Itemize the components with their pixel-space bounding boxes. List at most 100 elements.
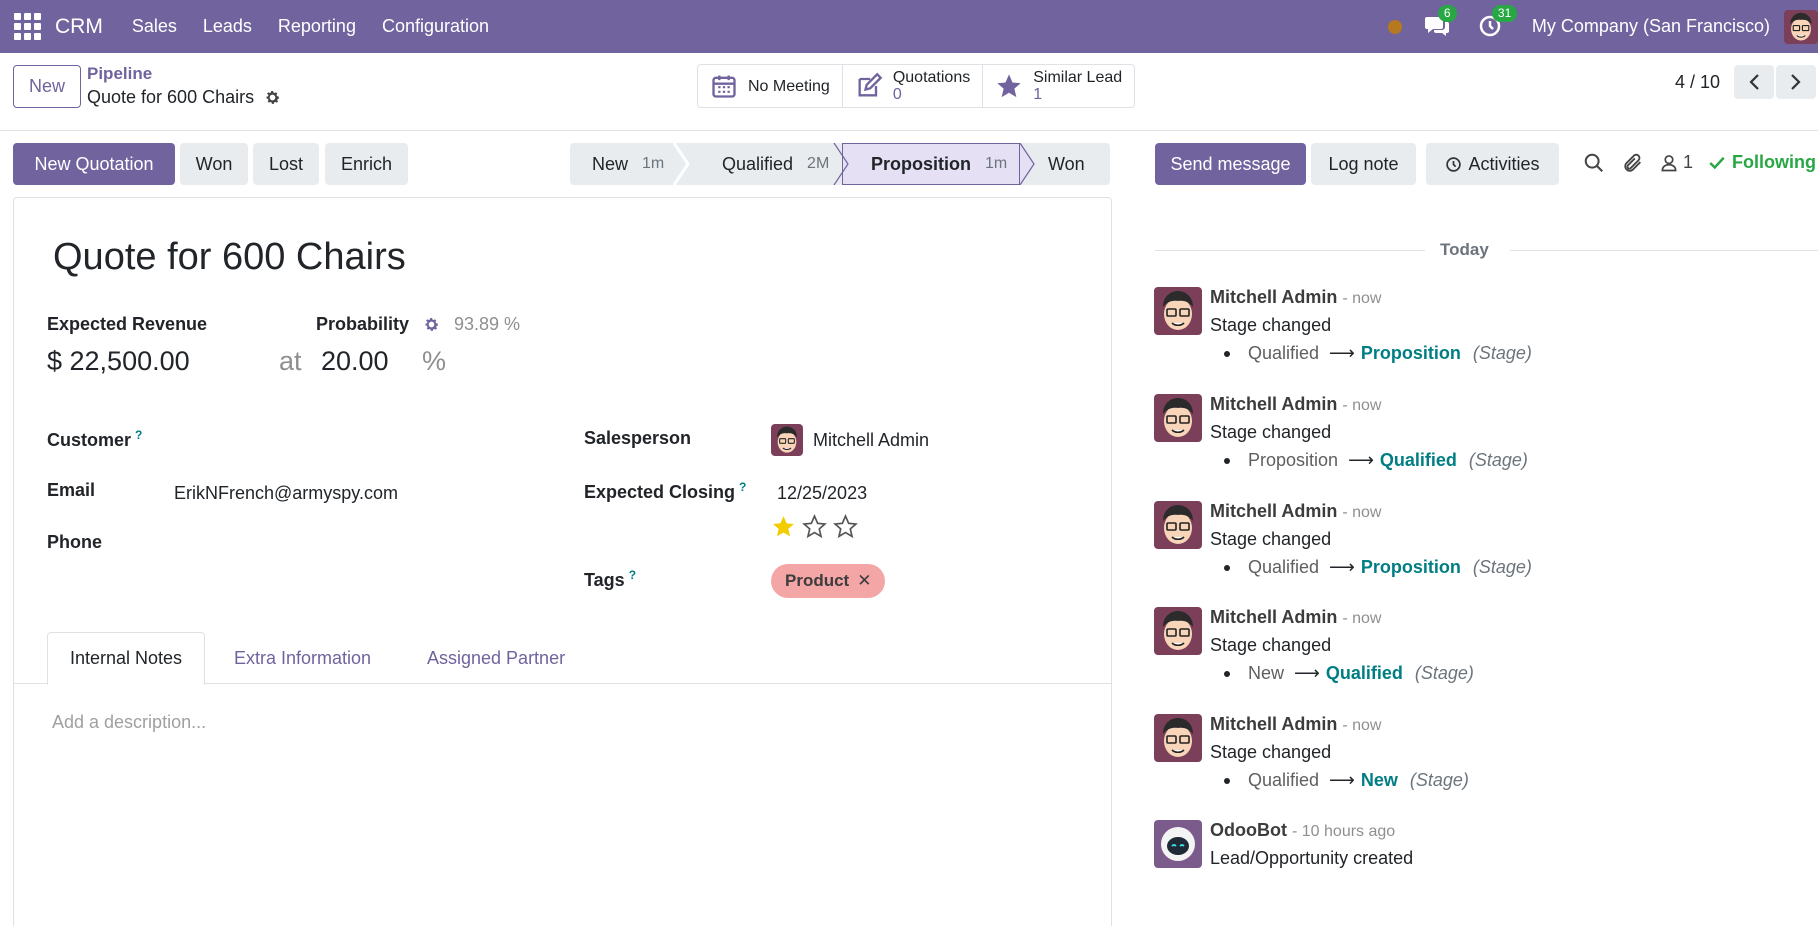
star-icon	[997, 74, 1021, 98]
probability-label: Probability	[316, 314, 410, 334]
menu-reporting[interactable]: Reporting	[278, 16, 356, 37]
tracking-new-value: New	[1360, 770, 1398, 790]
tracking-value: Proposition ⟶ Qualified (Stage)	[1224, 450, 1528, 471]
chatter-message: Mitchell Admin - now Stage changed New ⟶ Q…	[1154, 607, 1794, 697]
tab-internal-notes[interactable]: Internal Notes	[47, 632, 206, 685]
opportunity-title[interactable]: Quote for 600 Chairs	[53, 236, 406, 279]
activities-label: Activities	[1468, 153, 1540, 174]
message-author[interactable]: Mitchell Admin	[1210, 714, 1337, 734]
quotations-smart-button[interactable]: Quotations 0	[843, 65, 984, 107]
author-avatar[interactable]	[1154, 394, 1202, 442]
percent-sign: %	[422, 346, 447, 376]
tag-product-label: Product	[785, 571, 850, 590]
message-header: OdooBot - 10 hours ago	[1210, 820, 1395, 841]
tags-label-text: Tags	[584, 570, 625, 590]
message-author[interactable]: Mitchell Admin	[1210, 394, 1337, 414]
meeting-smart-button[interactable]: No Meeting	[698, 65, 843, 107]
chatter-message: Mitchell Admin - now Stage changed Propo…	[1154, 394, 1794, 484]
tracking-field: (Stage)	[1472, 557, 1532, 577]
menu-leads[interactable]: Leads	[203, 16, 252, 37]
similar-lead-label: Similar Lead	[1033, 69, 1123, 86]
similar-lead-smart-button[interactable]: Similar Lead 1	[983, 65, 1134, 107]
messaging-menu[interactable]: 6	[1424, 4, 1457, 40]
probability-input[interactable]: 20.00	[321, 346, 389, 377]
expected-closing-input[interactable]: 12/25/2023	[777, 483, 867, 504]
message-author[interactable]: Mitchell Admin	[1210, 501, 1337, 521]
form-sheet: Quote for 600 Chairs Expected Revenue $ …	[13, 197, 1112, 926]
message-author[interactable]: OdooBot	[1210, 820, 1287, 840]
tracking-old-value: Qualified	[1248, 343, 1320, 363]
tracking-field: (Stage)	[1472, 343, 1532, 363]
search-icon[interactable]	[1583, 152, 1605, 174]
expected-revenue-input[interactable]: $ 22,500.00	[47, 346, 190, 377]
message-time: - now	[1342, 290, 1382, 307]
pencil-square-icon	[858, 72, 883, 97]
gear-icon[interactable]	[423, 316, 440, 333]
star-filled-icon[interactable]	[771, 514, 796, 539]
tab-extra-information[interactable]: Extra Information	[234, 632, 371, 684]
user-avatar[interactable]	[1784, 9, 1818, 44]
message-header: Mitchell Admin - now	[1210, 394, 1381, 415]
tags-help-icon[interactable]: ?	[629, 568, 636, 582]
message-time: - now	[1342, 397, 1382, 414]
control-panel: New Pipeline Quote for 600 Chairs No Mee…	[0, 53, 1818, 131]
activities-menu[interactable]: 31	[1478, 4, 1518, 40]
star-empty-icon[interactable]	[802, 514, 827, 539]
log-note-button[interactable]: Log note	[1311, 143, 1416, 185]
message-author[interactable]: Mitchell Admin	[1210, 607, 1337, 627]
salesperson-field[interactable]: Mitchell Admin	[771, 424, 929, 456]
author-avatar[interactable]	[1154, 501, 1202, 549]
message-header: Mitchell Admin - now	[1210, 287, 1381, 308]
paperclip-icon[interactable]	[1622, 152, 1644, 174]
messages-badge: 6	[1437, 4, 1457, 22]
email-input[interactable]: ErikNFrench@armyspy.com	[174, 483, 398, 504]
author-avatar[interactable]	[1154, 714, 1202, 762]
description-editor[interactable]: Add a description...	[52, 712, 206, 733]
new-record-button[interactable]: New	[13, 65, 81, 108]
salesperson-avatar	[771, 424, 803, 456]
stage-won[interactable]: Won	[1020, 143, 1110, 185]
breadcrumb-pipeline[interactable]: Pipeline	[87, 64, 152, 84]
similar-lead-count: 1	[1033, 86, 1043, 103]
send-message-button[interactable]: Send message	[1155, 143, 1306, 185]
tracking-old-value: New	[1248, 663, 1285, 683]
won-button[interactable]: Won	[180, 143, 248, 185]
odoobot-avatar[interactable]	[1154, 820, 1202, 868]
gear-icon[interactable]	[264, 89, 281, 106]
stage-new[interactable]: New 1m	[570, 143, 682, 185]
lost-button[interactable]: Lost	[253, 143, 319, 185]
message-author[interactable]: Mitchell Admin	[1210, 287, 1337, 307]
expected-closing-help-icon[interactable]: ?	[739, 480, 746, 494]
stage-proposition-duration: 1m	[985, 155, 1008, 172]
stage-new-duration: 1m	[642, 155, 665, 172]
new-quotation-button[interactable]: New Quotation	[13, 143, 175, 185]
stage-proposition[interactable]: Proposition 1m	[842, 143, 1020, 185]
date-divider-right	[1510, 250, 1818, 251]
star-empty-icon[interactable]	[833, 514, 858, 539]
stage-qualified[interactable]: Qualified 2M	[682, 143, 842, 185]
presence-status-icon[interactable]	[1387, 19, 1402, 34]
app-brand[interactable]: CRM	[55, 15, 103, 39]
company-switcher[interactable]: My Company (San Francisco)	[1532, 16, 1770, 37]
message-header: Mitchell Admin - now	[1210, 714, 1381, 735]
author-avatar[interactable]	[1154, 287, 1202, 335]
following-button[interactable]: Following	[1708, 152, 1816, 173]
pager-previous-button[interactable]	[1734, 65, 1774, 99]
followers-button[interactable]: 1	[1659, 152, 1693, 173]
stage-qualified-duration: 2M	[807, 155, 830, 172]
author-avatar[interactable]	[1154, 607, 1202, 655]
following-label: Following	[1732, 152, 1816, 172]
menu-sales[interactable]: Sales	[132, 16, 177, 37]
tag-product[interactable]: Product ✕	[771, 564, 886, 598]
pager-next-button[interactable]	[1776, 65, 1816, 99]
customer-help-icon[interactable]: ?	[135, 428, 142, 442]
followers-count: 1	[1683, 152, 1694, 172]
apps-menu-icon[interactable]	[14, 13, 41, 40]
check-icon	[1709, 156, 1725, 169]
close-icon[interactable]: ✕	[857, 571, 871, 591]
menu-configuration[interactable]: Configuration	[382, 16, 489, 37]
breadcrumb-current-label: Quote for 600 Chairs	[87, 87, 255, 107]
activities-button[interactable]: Activities	[1426, 143, 1559, 185]
tab-assigned-partner[interactable]: Assigned Partner	[427, 632, 565, 684]
enrich-button[interactable]: Enrich	[325, 143, 408, 185]
